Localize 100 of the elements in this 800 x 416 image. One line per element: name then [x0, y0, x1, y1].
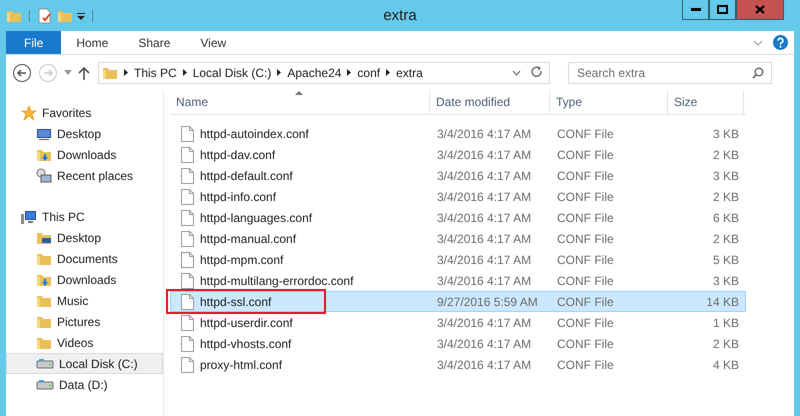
table-cell-text: 2 KB	[712, 188, 740, 206]
sidebar-item[interactable]: Desktop	[6, 123, 163, 144]
table-cell-text: CONF File	[556, 210, 615, 226]
table-cell-text: 4 KB	[712, 356, 740, 374]
file-icon	[181, 272, 194, 288]
chevron-right-icon[interactable]	[347, 69, 352, 76]
sidebar-item[interactable]: Desktop	[6, 227, 163, 248]
file-name: httpd-info.conf	[200, 190, 276, 204]
sidebar-item[interactable]: Recent places	[6, 165, 163, 186]
file-row[interactable]: httpd-mpm.conf 3/4/2016 4:17 AM CONF File 5 KB	[170, 249, 746, 270]
file-row[interactable]: httpd-languages.conf 3/4/2016 4:17 AM CONF File 6 KB	[170, 207, 746, 228]
chevron-down-icon[interactable]	[512, 70, 521, 76]
chevron-right-icon[interactable]	[277, 69, 282, 76]
dropdown-icon[interactable]	[77, 12, 85, 20]
chevron-down-icon[interactable]	[753, 40, 763, 46]
column-header[interactable]: Type	[550, 90, 668, 114]
breadcrumb[interactable]: This PC	[134, 66, 177, 80]
breadcrumb[interactable]: extra	[396, 66, 423, 80]
ribbon-tab[interactable]: File	[6, 31, 62, 54]
sidebar-item[interactable]: Local Disk (C:)	[6, 353, 163, 374]
computer-icon	[21, 208, 37, 224]
up-button[interactable]	[78, 66, 90, 80]
table-cell-text: CONF File	[556, 230, 615, 248]
table-cell-text: 2 KB	[712, 230, 740, 248]
sidebar-group[interactable]: This PC	[6, 206, 163, 227]
table-cell-text: 3/4/2016 4:17 AM	[436, 336, 532, 352]
file-icon	[181, 210, 194, 226]
breadcrumb[interactable]: Apache24	[287, 66, 342, 80]
file-row[interactable]: httpd-userdir.conf 3/4/2016 4:17 AM CONF File 1 KB	[170, 312, 746, 333]
table-cell-text: 3/4/2016 4:17 AM	[436, 252, 532, 268]
file-name: httpd-default.conf	[200, 168, 293, 182]
file-row[interactable]: httpd-manual.conf 3/4/2016 4:17 AM CONF File 2 KB	[170, 228, 746, 249]
file-name: proxy-html.conf	[200, 358, 282, 372]
chevron-right-icon[interactable]	[124, 69, 128, 76]
minimize-button[interactable]	[682, 0, 709, 20]
ribbon-tab[interactable]: Share	[123, 31, 186, 54]
file-row[interactable]: httpd-multilang-errordoc.conf 3/4/2016 4:17 AM CONF File 3 KB	[170, 270, 746, 291]
column-header[interactable]: Date modified	[430, 90, 550, 114]
table-cell-text: 3/4/2016 4:17 AM	[436, 356, 532, 374]
table-cell-text: CONF File	[556, 146, 615, 164]
search-icon	[752, 66, 764, 78]
file-icon	[181, 356, 194, 372]
sidebar-item[interactable]: Music	[6, 290, 163, 311]
file-name: httpd-manual.conf	[200, 232, 296, 246]
table-cell-text: 3/4/2016 4:17 AM	[436, 272, 532, 290]
minimize-icon	[690, 8, 700, 11]
file-row[interactable]: httpd-default.conf 3/4/2016 4:17 AM CONF File 3 KB	[170, 165, 746, 186]
sidebar-item[interactable]: Data (D:)	[6, 374, 163, 395]
file-name: httpd-languages.conf	[200, 210, 312, 224]
caret-icon[interactable]	[64, 70, 72, 75]
table-cell-text: 1 KB	[712, 314, 740, 332]
sidebar-item[interactable]: Downloads	[6, 269, 163, 290]
back-button[interactable]	[12, 62, 32, 82]
table-cell-text: 5 KB	[712, 252, 740, 268]
file-icon	[181, 336, 194, 352]
breadcrumb[interactable]: conf	[357, 66, 380, 80]
table-cell-text: 3 KB	[712, 126, 740, 142]
file-row[interactable]: proxy-html.conf 3/4/2016 4:17 AM CONF File 4 KB	[170, 354, 746, 375]
address-bar[interactable]: This PC Local Disk (C:) Apache24 conf extra	[98, 62, 550, 84]
file-icon	[181, 126, 194, 142]
maximize-button[interactable]	[709, 0, 736, 20]
ribbon-tab[interactable]: Home	[61, 31, 124, 54]
file-row[interactable]: httpd-autoindex.conf 3/4/2016 4:17 AM CONF File 3 KB	[170, 123, 746, 144]
file-row[interactable]: httpd-vhosts.conf 3/4/2016 4:17 AM CONF File 2 KB	[170, 333, 746, 354]
file-icon	[181, 294, 194, 310]
ribbon-tab[interactable]: View	[185, 31, 242, 54]
table-cell-text: CONF File	[556, 314, 615, 332]
breadcrumb[interactable]: Local Disk (C:)	[192, 66, 272, 80]
sidebar-item[interactable]: Documents	[6, 248, 163, 269]
file-icon	[181, 168, 194, 184]
table-cell-text: 2 KB	[712, 146, 740, 164]
file-name: httpd-vhosts.conf	[200, 336, 292, 350]
chevron-right-icon[interactable]	[386, 69, 390, 76]
table-cell-text: 3/4/2016 4:17 AM	[436, 230, 532, 248]
sidebar-item[interactable]: Downloads	[6, 144, 163, 165]
chevron-right-icon[interactable]	[182, 69, 187, 76]
file-row[interactable]: httpd-info.conf 3/4/2016 4:17 AM CONF File 2 KB	[170, 186, 746, 207]
table-cell-text: CONF File	[556, 336, 615, 352]
properties-icon[interactable]	[37, 8, 53, 24]
file-name: httpd-mpm.conf	[200, 252, 284, 266]
file-icon	[181, 230, 194, 246]
close-button[interactable]	[736, 0, 784, 20]
sidebar-item[interactable]: Videos	[6, 332, 163, 353]
refresh-icon[interactable]	[531, 66, 543, 79]
table-cell-text: 3/4/2016 4:17 AM	[436, 126, 532, 142]
column-header[interactable]: Size	[668, 90, 744, 114]
search-field[interactable]: Search extra	[568, 62, 772, 84]
help-icon[interactable]	[773, 35, 788, 50]
column-header[interactable]: Name	[170, 90, 430, 114]
table-cell-text: 3/4/2016 4:17 AM	[436, 210, 532, 226]
file-row[interactable]: httpd-dav.conf 3/4/2016 4:17 AM CONF File 2 KB	[170, 144, 746, 165]
sidebar-group[interactable]: Favorites	[6, 102, 163, 123]
file-name: httpd-autoindex.conf	[200, 126, 309, 140]
table-cell-text: 2 KB	[712, 336, 740, 352]
sidebar-item[interactable]: Pictures	[6, 311, 163, 332]
table-cell-text: 3 KB	[712, 272, 740, 290]
drive-icon	[36, 358, 54, 368]
table-cell-text: 3/4/2016 4:17 AM	[436, 146, 532, 164]
table-cell-text: 3/4/2016 4:17 AM	[436, 188, 532, 206]
file-name: httpd-ssl.conf	[200, 294, 272, 308]
